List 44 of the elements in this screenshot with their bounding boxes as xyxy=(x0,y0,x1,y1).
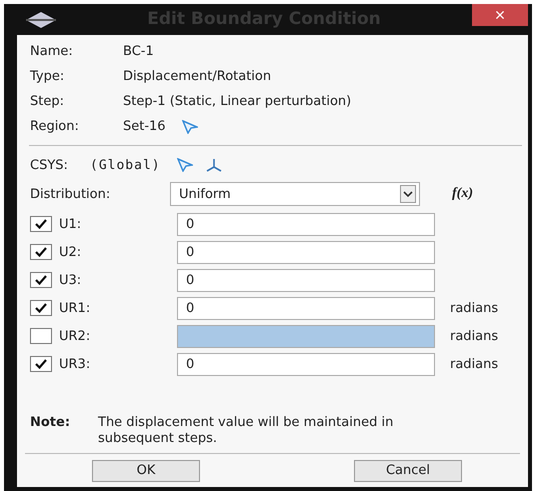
field-value: Set-16 xyxy=(123,119,166,134)
input-field[interactable]: 0 xyxy=(177,240,435,264)
function-button[interactable]: f(x) xyxy=(452,186,473,202)
field-value: BC-1 xyxy=(123,44,154,59)
app-icon xyxy=(26,12,56,28)
field-value: Step-1 (Static, Linear perturbation) xyxy=(123,94,352,109)
unit-label: radians xyxy=(450,300,498,316)
dof-label: U1: xyxy=(59,216,82,232)
axes-icon[interactable] xyxy=(204,158,223,172)
note-label: Note: xyxy=(30,415,72,432)
input-field[interactable] xyxy=(177,324,435,348)
input-field[interactable]: 0 xyxy=(177,212,435,236)
input-field[interactable]: 0 xyxy=(177,352,435,376)
dof-label: UR1: xyxy=(59,300,92,316)
distribution-label: Distribution: xyxy=(30,186,112,202)
cursor-icon[interactable] xyxy=(182,120,198,134)
unit-label: radians xyxy=(450,328,498,344)
dialog-button[interactable]: OK xyxy=(92,460,200,482)
dialog-button[interactable]: Cancel xyxy=(354,460,462,482)
field-label: Name: xyxy=(30,44,74,59)
checkbox[interactable] xyxy=(30,244,52,260)
checkbox[interactable] xyxy=(30,216,52,232)
field-value: Displacement/Rotation xyxy=(123,69,272,84)
checkbox[interactable] xyxy=(30,272,52,288)
dof-label: UR2: xyxy=(59,328,92,344)
dof-label: U2: xyxy=(59,244,82,260)
checkbox[interactable] xyxy=(30,356,52,372)
csys-label: CSYS: xyxy=(30,158,69,172)
cursor-icon[interactable] xyxy=(176,158,193,172)
field-label: Region: xyxy=(30,119,80,134)
note-text: The displacement value will be maintained in subsequent steps. xyxy=(98,415,394,447)
checkbox[interactable] xyxy=(30,328,52,344)
field-label: Type: xyxy=(30,69,66,84)
checkbox[interactable] xyxy=(30,300,52,316)
input-field[interactable]: 0 xyxy=(177,296,435,320)
dof-label: U3: xyxy=(59,272,82,288)
distribution-dropdown[interactable]: Uniform xyxy=(170,182,420,206)
input-field[interactable]: 0 xyxy=(177,268,435,292)
close-button[interactable]: × xyxy=(472,4,528,26)
unit-label: radians xyxy=(450,356,498,372)
caret-icon xyxy=(400,185,416,203)
dof-label: UR3: xyxy=(59,356,92,372)
field-label: Step: xyxy=(30,94,65,109)
csys-value: (Global) xyxy=(90,158,161,172)
